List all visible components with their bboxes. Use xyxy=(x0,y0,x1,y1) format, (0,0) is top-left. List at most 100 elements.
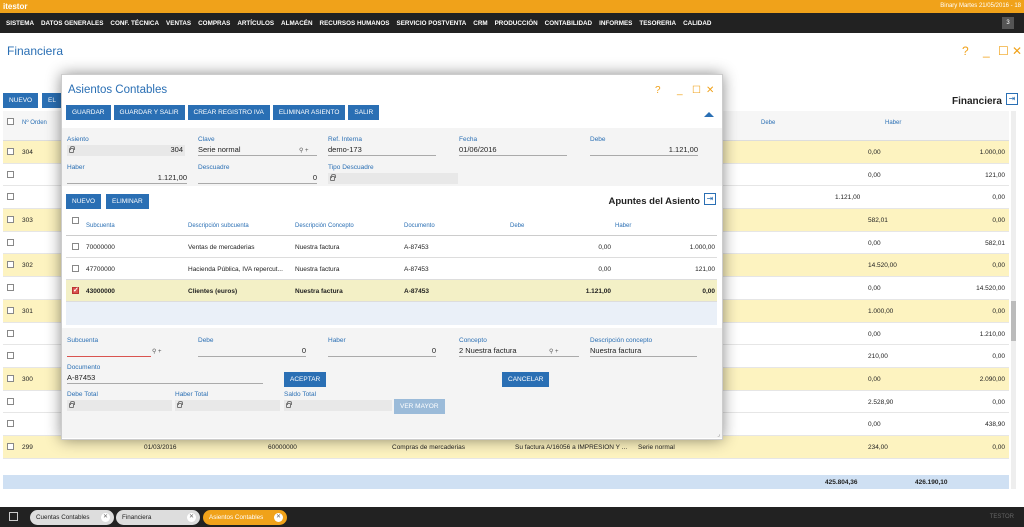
edit-haber-label: Haber xyxy=(328,337,346,344)
row-checkbox[interactable] xyxy=(7,306,14,314)
search-icon[interactable]: ⚲ + xyxy=(549,348,559,355)
cell-debe: 14.520,00 xyxy=(868,262,897,270)
dialog-help-icon[interactable]: ? xyxy=(655,85,661,96)
tab-cuentas-contables[interactable]: Cuentas Contables ✕ xyxy=(30,510,114,525)
eliminar-asiento-button[interactable]: ELIMINAR ASIENTO xyxy=(272,105,346,120)
menu-item-10[interactable]: PRODUCCIÓN xyxy=(495,20,538,27)
cell-debe: 0,00 xyxy=(868,149,881,156)
aceptar-button[interactable]: ACEPTAR xyxy=(284,372,327,387)
documento-field[interactable]: A-87453 xyxy=(67,373,263,384)
dialog-minimize-icon[interactable]: _ xyxy=(677,85,683,96)
sub-new-button[interactable]: NUEVO xyxy=(66,194,102,209)
desktop-icon[interactable] xyxy=(9,512,18,521)
close-tab-icon[interactable]: ✕ xyxy=(101,513,110,522)
row-checkbox[interactable] xyxy=(7,397,14,405)
salir-button[interactable]: SALIR xyxy=(348,105,380,120)
menu-item-11[interactable]: CONTABILIDAD xyxy=(545,20,592,27)
menu-item-6[interactable]: ALMACÉN xyxy=(281,20,312,27)
edit-debe-field[interactable]: 0 xyxy=(198,346,306,357)
close-tab-icon[interactable]: ✕ xyxy=(274,513,283,522)
row-checkbox[interactable] xyxy=(72,243,79,250)
row-checkbox[interactable] xyxy=(7,352,14,360)
cell-serie: Serie normal xyxy=(638,443,675,451)
row-checkbox[interactable] xyxy=(7,329,14,337)
cancelar-button[interactable]: CANCELAR xyxy=(502,372,550,387)
delete-button[interactable]: EL xyxy=(42,93,62,108)
row-checkbox[interactable] xyxy=(7,193,14,201)
tab-asientos-contables[interactable]: Asientos Contables ✕ xyxy=(203,510,287,525)
crear-iva-button[interactable]: CREAR REGISTRO IVA xyxy=(187,105,270,120)
select-all-checkbox[interactable] xyxy=(72,217,79,224)
apunte-row[interactable]: 70000000 Ventas de mercaderias Nuestra fac… xyxy=(66,236,717,258)
menu-item-7[interactable]: RECURSOS HUMANOS xyxy=(320,20,390,27)
maximize-icon[interactable]: ☐ xyxy=(998,44,1009,58)
desc-concepto-field[interactable]: Nuestra factura xyxy=(590,346,697,357)
cell-desc_sub: Ventas de mercaderias xyxy=(188,244,255,251)
collapse-up-icon[interactable] xyxy=(704,112,714,117)
resize-handle-icon[interactable]: ⌟ xyxy=(717,431,720,438)
help-icon[interactable]: ? xyxy=(962,44,969,58)
apunte-row[interactable]: 43000000 Clientes (euros) Nuestra factura A… xyxy=(66,280,717,302)
col-desc-concepto: Descripción Concepto xyxy=(295,223,354,229)
export-icon[interactable]: ⇥ xyxy=(1006,93,1018,105)
row-checkbox[interactable] xyxy=(72,286,79,294)
menu-item-4[interactable]: COMPRAS xyxy=(198,20,230,27)
select-all-checkbox[interactable] xyxy=(7,118,14,125)
menu-item-8[interactable]: SERVICIO POSTVENTA xyxy=(397,20,467,27)
row-checkbox[interactable] xyxy=(7,420,14,428)
close-tab-icon[interactable]: ✕ xyxy=(187,513,196,522)
col-num-orden: Nº Orden xyxy=(22,120,47,126)
close-icon[interactable]: ✕ xyxy=(1012,44,1022,58)
menu-item-1[interactable]: DATOS GENERALES xyxy=(41,20,103,27)
ver-mayor-button[interactable]: VER MAYOR xyxy=(394,399,445,414)
cell-documento: A-87453 xyxy=(404,288,429,295)
row-checkbox[interactable] xyxy=(7,238,14,246)
row-checkbox[interactable] xyxy=(7,374,14,382)
desc-concepto-label: Descripción concepto xyxy=(590,337,653,344)
row-checkbox[interactable] xyxy=(7,284,14,292)
user-count-badge[interactable]: 3 xyxy=(1002,17,1014,29)
export-icon[interactable]: ⇥ xyxy=(704,193,716,205)
search-icon[interactable]: ⚲ + xyxy=(299,147,309,154)
row-checkbox[interactable] xyxy=(7,148,14,155)
cell-haber: 438,90 xyxy=(985,421,1005,429)
apunte-row[interactable]: 47700000 Hacienda Pública, IVA repercut..… xyxy=(66,258,717,280)
menu-item-3[interactable]: VENTAS xyxy=(166,20,191,27)
lock-icon xyxy=(177,401,183,408)
new-button[interactable]: NUEVO xyxy=(3,93,39,108)
dialog-close-icon[interactable]: ✕ xyxy=(706,85,714,96)
cell-debe: 2.528,90 xyxy=(868,398,894,406)
cell-doc: Su factura A/16056 a IMPRESION Y ... xyxy=(515,443,628,451)
menu-item-9[interactable]: CRM xyxy=(473,20,487,27)
menu-item-14[interactable]: CALIDAD xyxy=(683,20,711,27)
cell-debe: 0,00 xyxy=(868,330,881,338)
row-checkbox[interactable] xyxy=(72,265,79,272)
ref-interna-field[interactable]: demo-173 xyxy=(328,145,436,156)
tab-label: Cuentas Contables xyxy=(36,514,90,521)
cell-subcuenta: 47700000 xyxy=(86,266,115,273)
tab-label: Asientos Contables xyxy=(209,514,264,521)
concepto-field[interactable]: 2 Nuestra factura xyxy=(459,346,579,357)
guardar-salir-button[interactable]: GUARDAR Y SALIR xyxy=(113,105,185,120)
menu-item-12[interactable]: INFORMES xyxy=(599,20,632,27)
sub-delete-button[interactable]: ELIMINAR xyxy=(106,194,149,209)
row-checkbox[interactable] xyxy=(7,261,14,269)
cell-haber: 14.520,00 xyxy=(976,285,1005,293)
menu-item-0[interactable]: SISTEMA xyxy=(6,20,34,27)
dialog-maximize-icon[interactable]: ☐ xyxy=(692,85,701,96)
row-checkbox[interactable] xyxy=(7,442,14,450)
menu-item-13[interactable]: TESORERIA xyxy=(639,20,676,27)
menu-item-2[interactable]: CONF. TÉCNICA xyxy=(110,20,159,27)
asientos-dialog: Asientos Contables ? _ ☐ ✕ GUARDAR GUARD… xyxy=(61,74,723,440)
minimize-icon[interactable]: _ xyxy=(983,44,990,58)
row-checkbox[interactable] xyxy=(7,216,14,224)
menu-item-5[interactable]: ARTÍCULOS xyxy=(237,20,274,27)
fecha-field[interactable]: 01/06/2016 xyxy=(459,145,567,156)
edit-haber-field[interactable]: 0 xyxy=(328,346,436,357)
tab-financiera[interactable]: Financiera ✕ xyxy=(116,510,200,525)
subcuenta-field[interactable] xyxy=(67,346,151,357)
guardar-button[interactable]: GUARDAR xyxy=(66,105,111,120)
row-checkbox[interactable] xyxy=(7,170,14,178)
search-icon[interactable]: ⚲ + xyxy=(152,348,162,355)
scrollbar[interactable] xyxy=(1011,111,1016,489)
